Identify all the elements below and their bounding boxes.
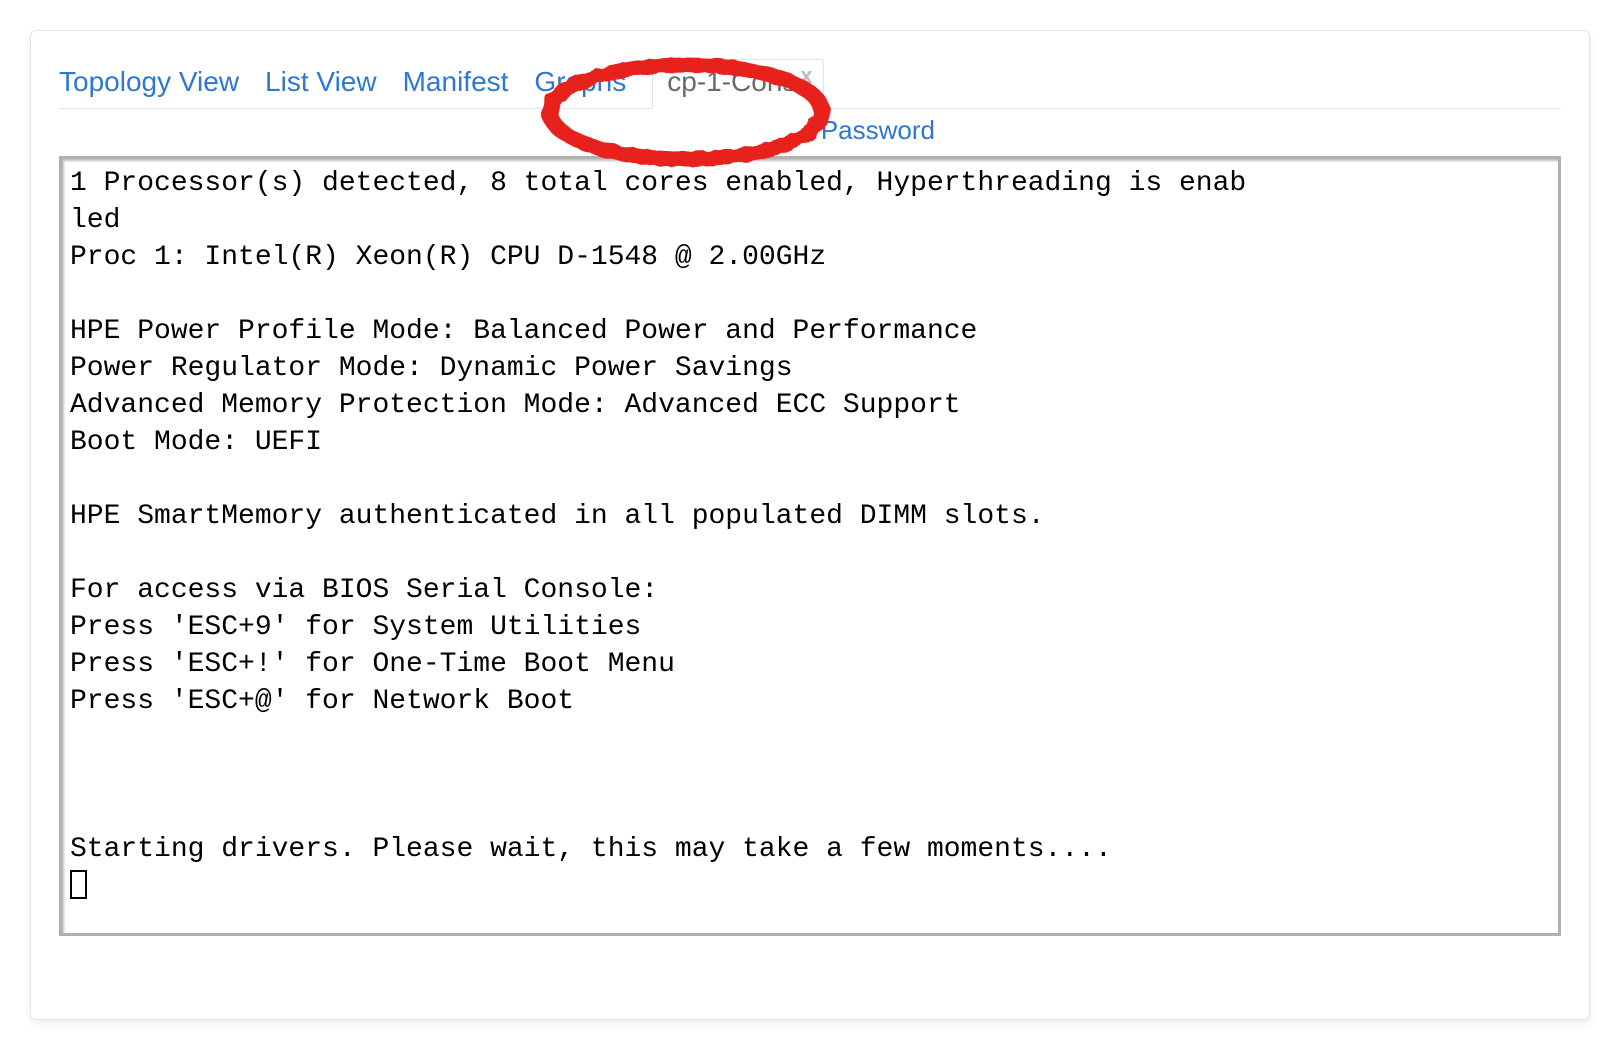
password-link[interactable]: Password xyxy=(821,115,935,146)
console-frame[interactable]: 1 Processor(s) detected, 8 total cores e… xyxy=(59,156,1561,936)
cursor-icon xyxy=(70,870,87,899)
tab-console-label: cp-1-Cons xyxy=(667,66,796,98)
tab-list-view[interactable]: List View xyxy=(265,60,377,108)
main-panel: Topology View List View Manifest Graphs … xyxy=(30,30,1590,1020)
close-icon[interactable]: x xyxy=(800,63,812,89)
tabs-bar: Topology View List View Manifest Graphs … xyxy=(59,59,1561,109)
sub-toolbar: Password xyxy=(59,109,1561,152)
console-output: 1 Processor(s) detected, 8 total cores e… xyxy=(62,159,1558,917)
tab-manifest[interactable]: Manifest xyxy=(403,60,509,108)
tab-topology-view[interactable]: Topology View xyxy=(59,60,239,108)
console-text: 1 Processor(s) detected, 8 total cores e… xyxy=(70,168,1246,865)
tab-console-active[interactable]: cp-1-Cons x xyxy=(652,59,823,109)
tab-graphs[interactable]: Graphs xyxy=(534,60,626,108)
